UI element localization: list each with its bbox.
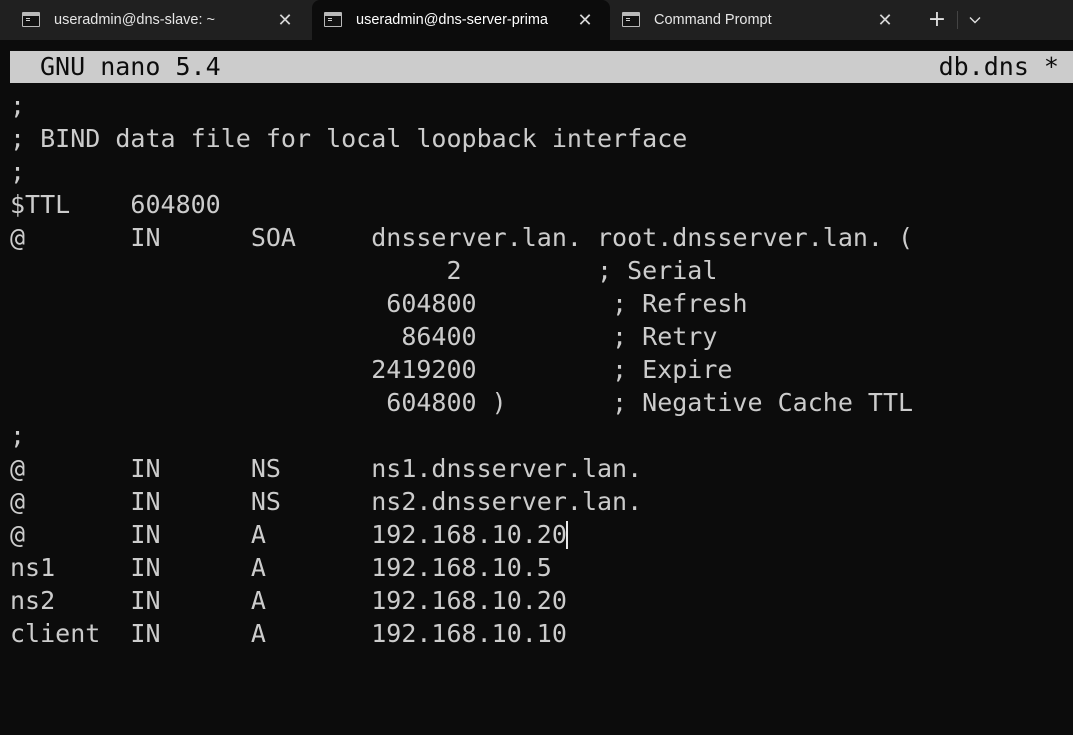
editor-line[interactable]: ; <box>10 155 1070 188</box>
tab-bar-divider <box>957 11 958 29</box>
editor-line-text: @ IN NS ns2.dnsserver.lan. <box>10 487 643 516</box>
editor-line[interactable]: 86400 ; Retry <box>10 320 1070 353</box>
editor-line[interactable]: 2419200 ; Expire <box>10 353 1070 386</box>
editor-line-text: @ IN NS ns1.dnsserver.lan. <box>10 454 643 483</box>
editor-line[interactable]: @ IN A 192.168.10.20 <box>10 518 1070 551</box>
editor-line-text: $TTL 604800 <box>10 190 221 219</box>
tab-title: useradmin@dns-server-prima <box>356 12 548 28</box>
editor-line-text: ; <box>10 157 26 186</box>
editor-line[interactable]: @ IN NS ns1.dnsserver.lan. <box>10 452 1070 485</box>
editor-line[interactable]: 2 ; Serial <box>10 254 1070 287</box>
editor-line-text: ; <box>10 91 26 120</box>
editor-line[interactable]: 604800 ; Refresh <box>10 287 1070 320</box>
editor-line-text: 86400 ; Retry <box>10 322 718 351</box>
terminal-icon <box>324 12 342 27</box>
close-tab-icon[interactable]: ✕ <box>275 10 295 30</box>
editor-line[interactable]: ns1 IN A 192.168.10.5 <box>10 551 1070 584</box>
terminal-icon <box>22 12 40 27</box>
editor-line-text: ns1 IN A 192.168.10.5 <box>10 553 552 582</box>
editor-line[interactable]: ns2 IN A 192.168.10.20 <box>10 584 1070 617</box>
editor-line[interactable]: $TTL 604800 <box>10 188 1070 221</box>
editor-line-text: 2 ; Serial <box>10 256 718 285</box>
editor-line-text: ; BIND data file for local loopback inte… <box>10 124 688 153</box>
new-tab-button[interactable]: + <box>922 6 952 34</box>
terminal-pane[interactable]: GNU nano 5.4 db.dns * ; ; BIND data file … <box>0 40 1073 735</box>
text-cursor <box>565 521 568 549</box>
terminal-icon <box>622 12 640 27</box>
editor-line-text: @ IN A 192.168.10.20 <box>10 520 567 549</box>
tab-title: useradmin@dns-slave: ~ <box>54 12 216 28</box>
tab-bar: useradmin@dns-slave: ~ ✕ useradmin@dns-s… <box>0 0 1073 40</box>
editor-line[interactable]: client IN A 192.168.10.10 <box>10 617 1070 650</box>
tab-dns-slave[interactable]: useradmin@dns-slave: ~ ✕ <box>10 0 310 40</box>
chevron-down-icon <box>969 17 981 24</box>
editor-line-text: 604800 ; Refresh <box>10 289 748 318</box>
tab-command-prompt[interactable]: Command Prompt ✕ <box>610 0 910 40</box>
editor-line-text: 2419200 ; Expire <box>10 355 733 384</box>
tab-dropdown-button[interactable] <box>962 6 988 34</box>
nano-version: GNU nano 5.4 <box>40 52 221 81</box>
editor-line-text: @ IN SOA dnsserver.lan. root.dnsserver.l… <box>10 223 914 252</box>
nano-title-bar: GNU nano 5.4 db.dns * <box>10 51 1073 83</box>
editor-line[interactable]: 604800 ) ; Negative Cache TTL <box>10 386 1070 419</box>
nano-filename: db.dns * <box>938 52 1059 81</box>
tab-dns-server-primary[interactable]: useradmin@dns-server-prima ✕ <box>312 0 610 40</box>
tab-title: Command Prompt <box>654 12 772 28</box>
close-tab-icon[interactable]: ✕ <box>875 10 895 30</box>
editor-buffer[interactable]: ; ; BIND data file for local loopback int… <box>10 89 1070 650</box>
editor-line[interactable]: @ IN NS ns2.dnsserver.lan. <box>10 485 1070 518</box>
editor-line[interactable]: ; <box>10 89 1070 122</box>
close-tab-icon[interactable]: ✕ <box>575 10 595 30</box>
editor-line[interactable]: @ IN SOA dnsserver.lan. root.dnsserver.l… <box>10 221 1070 254</box>
editor-line-text: ns2 IN A 192.168.10.20 <box>10 586 567 615</box>
editor-line-text: ; <box>10 421 26 450</box>
editor-line-text: 604800 ) ; Negative Cache TTL <box>10 388 914 417</box>
editor-line[interactable]: ; <box>10 419 1070 452</box>
editor-line[interactable]: ; BIND data file for local loopback inte… <box>10 122 1070 155</box>
editor-line-text: client IN A 192.168.10.10 <box>10 619 567 648</box>
